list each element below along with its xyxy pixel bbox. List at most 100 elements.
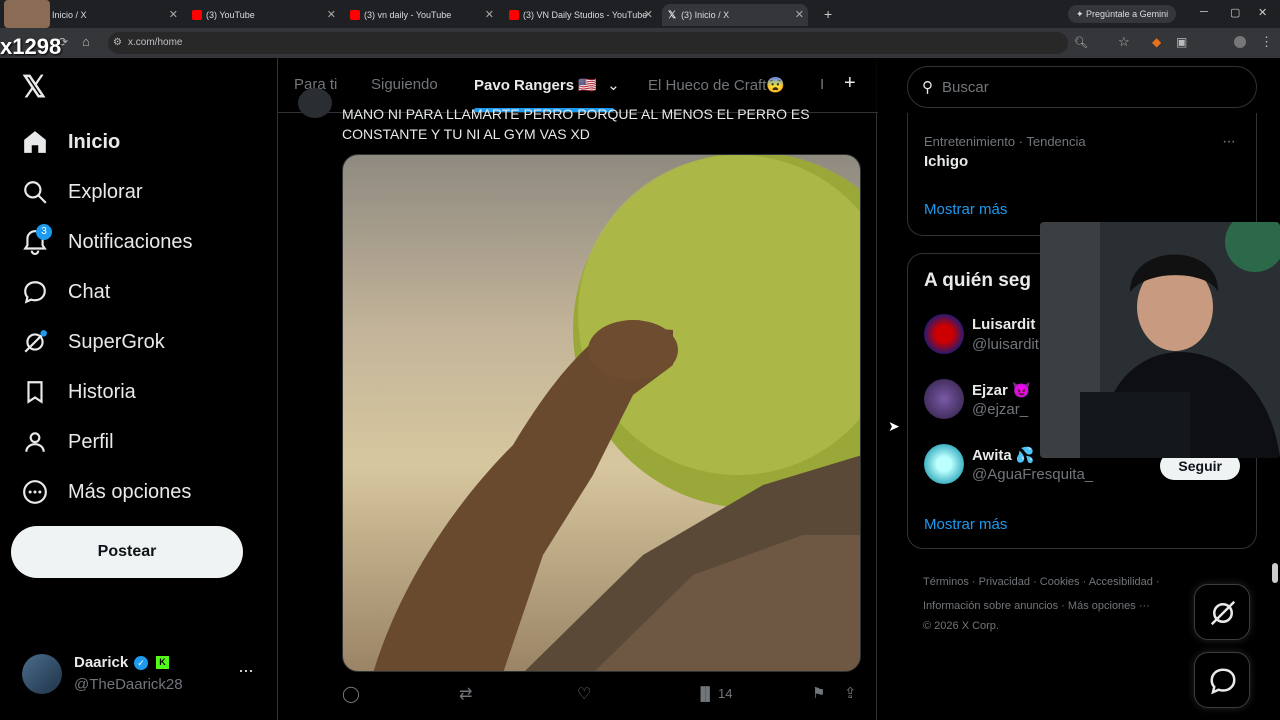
cursor-icon: ➤ [888,418,900,434]
nav-label: Más opciones [68,480,192,503]
views-count: 14 [718,686,733,701]
grok-floating-button[interactable] [1194,584,1250,640]
post-image[interactable] [342,154,861,672]
youtube-icon [509,10,519,20]
avatar [924,444,964,484]
nav-item-mas-opciones[interactable]: Más opciones [22,472,191,512]
puzzle-icon[interactable]: ▣ [1176,35,1187,49]
close-icon[interactable]: ✕ [485,8,494,21]
footer-link[interactable]: Términos [923,576,969,588]
post-avatar[interactable] [298,88,332,118]
add-tab-icon[interactable]: + [844,72,856,95]
tab-siguiendo[interactable]: Siguiendo [371,76,438,93]
suggestion-name: Luisardit [972,316,1036,333]
footer-link[interactable]: Privacidad [979,576,1030,588]
nav-label: Chat [68,280,111,303]
bookmark-icon[interactable]: ⚑ [812,684,825,702]
menu-icon[interactable]: ⋮ [1260,34,1273,50]
minimize-icon[interactable]: ─ [1200,6,1208,18]
browser-tab[interactable]: (3) VN Daily Studios - YouTube ✕ [509,4,653,26]
more-circle-icon [23,480,47,504]
browser-address-bar: ⟳ ⌂ x.com/home ⚙ 🔍︎ ☆ ◆ ▣ ⋮ [0,28,1280,58]
close-icon[interactable]: ✕ [644,8,653,21]
notification-badge: 3 [36,224,52,240]
left-sidebar: 𝕏 Inicio Explorar 3 Notificaciones Chat … [0,58,277,720]
copyright: © 2026 X Corp. [923,620,999,632]
suggestion-handle: @ejzar_ [972,401,1029,418]
close-icon[interactable]: ✕ [795,8,804,21]
nav-item-explorar[interactable]: Explorar [22,172,142,212]
search-input[interactable]: ⚲ Buscar [907,66,1257,108]
search-icon [24,181,47,204]
zoom-icon[interactable]: 🔍︎ [1074,36,1088,49]
footer-link[interactable]: Cookies [1040,576,1080,588]
youtube-icon [192,10,202,20]
gemini-label: Pregúntale a Gemini [1086,9,1169,19]
reply-icon[interactable]: ◯ [342,684,360,704]
user-name: Daarick [74,654,129,671]
like-icon[interactable]: ♡ [577,684,591,704]
chevron-down-icon: ⌄ [607,77,620,94]
tab-label: (3) Inicio / X [681,10,730,20]
nav-item-perfil[interactable]: Perfil [22,422,114,462]
trend-more-icon[interactable]: ··· [1222,133,1236,151]
account-switcher[interactable]: Daarick ✓ K @TheDaarick28 ··· [22,652,262,696]
nav-item-supergrok[interactable]: SuperGrok [22,322,165,362]
footer-links: Términos · Privacidad · Cookies · Accesi… [923,570,1223,634]
browser-tab-active[interactable]: 𝕏 (3) Inicio / X ✕ [662,4,808,26]
browser-tab[interactable]: Inicio / X ✕ [52,4,178,26]
tab-pavo-rangers[interactable]: Pavo Rangers 🇺🇸 ⌄ [474,76,620,94]
suggestion-name: Awita 💦 [972,447,1035,464]
post-text: MANO NI PARA LLAMARTE PERRO PORQUE AL ME… [342,106,810,142]
tab-overflow[interactable]: I [820,76,824,93]
close-icon[interactable]: ✕ [327,8,336,21]
scrollbar[interactable] [1272,563,1278,583]
profile-icon[interactable] [1234,36,1246,48]
chat-icon [24,281,46,304]
nav-item-chat[interactable]: Chat [22,272,110,312]
show-more-link[interactable]: Mostrar más [924,516,1007,533]
avatar [924,379,964,419]
nav-item-historia[interactable]: Historia [22,372,136,412]
more-icon[interactable]: ··· [238,660,254,681]
home-icon[interactable]: ⌂ [82,34,90,49]
footer-link[interactable]: Información sobre anuncios [923,600,1058,612]
messages-floating-button[interactable] [1194,652,1250,708]
browser-tab[interactable]: (3) vn daily - YouTube ✕ [350,4,494,26]
search-icon: ⚲ [922,79,933,96]
person-icon [25,432,45,452]
url-field[interactable]: x.com/home [108,32,1068,54]
trend-meta: Entretenimiento · Tendencia [924,134,1086,149]
chat-icon [1210,668,1236,695]
suggestion-handle: @AguaFresquita_ [972,466,1094,483]
extension-icon[interactable]: ◆ [1152,35,1161,49]
nav-item-notificaciones[interactable]: 3 Notificaciones [22,222,193,262]
bookmark-star-icon[interactable]: ☆ [1118,34,1130,50]
new-tab-icon[interactable]: + [824,6,832,22]
close-icon[interactable]: ✕ [169,8,178,21]
views-icon: ▐▌ [696,686,715,701]
show-more-link[interactable]: Mostrar más [924,201,1007,218]
site-info-icon[interactable]: ⚙ [113,37,122,48]
footer-link[interactable]: Más opciones ··· [1068,600,1150,612]
share-icon[interactable]: ⇪ [844,684,857,702]
post-button[interactable]: Postear [11,526,243,578]
window-close-icon[interactable]: ✕ [1258,6,1267,19]
tab-el-hueco-de-craft[interactable]: El Hueco de Craft😨 [648,76,785,94]
nav-item-inicio[interactable]: Inicio [22,122,120,162]
nav-label: SuperGrok [68,330,165,353]
footer-link[interactable]: Accesibilidad [1089,576,1153,588]
gemini-button[interactable]: ✦ Pregúntale a Gemini [1068,5,1177,23]
post-actions: ◯ ⇄ ♡ ▐▌ 14 ⚑ ⇪ [342,684,862,708]
browser-tab[interactable]: (3) YouTube ✕ [192,4,336,26]
webcam-overlay [1040,222,1280,458]
tab-label: Inicio / X [52,10,87,20]
trend-name[interactable]: Ichigo [924,153,968,170]
x-logo-icon[interactable]: 𝕏 [22,70,46,105]
repost-icon[interactable]: ⇄ [459,684,472,704]
trends-card: Entretenimiento · Tendencia Ichigo ··· M… [907,113,1257,236]
maximize-icon[interactable]: ▢ [1230,6,1240,19]
views-button[interactable]: ▐▌ 14 [696,686,733,701]
tab-label: (3) YouTube [206,10,255,20]
streamer-avatar [4,0,50,28]
